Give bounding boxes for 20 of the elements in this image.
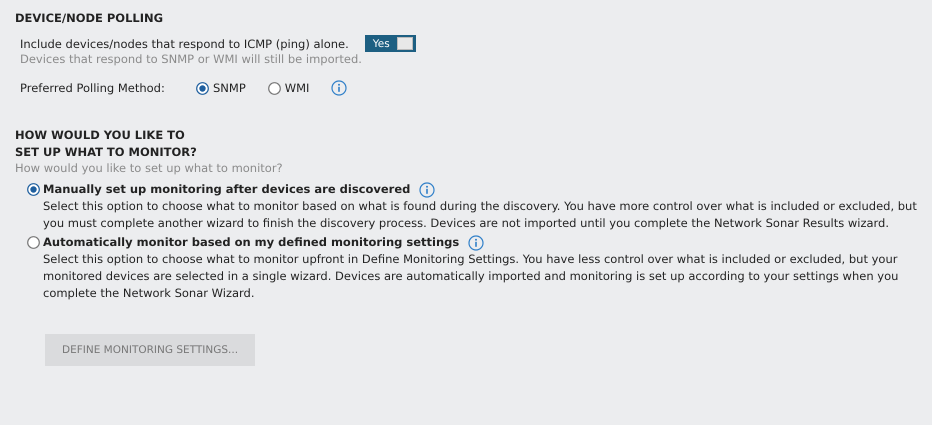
info-icon[interactable] [419, 182, 436, 198]
yes-toggle[interactable]: Yes [364, 35, 416, 52]
radio-button[interactable] [27, 236, 40, 249]
option-label[interactable]: Manually set up monitoring after devices are discovered [43, 181, 410, 198]
section-heading: DEVICE/NODE POLLING [15, 10, 164, 27]
info-icon[interactable] [468, 234, 484, 250]
polling-method-label: Preferred Polling Method: [20, 81, 166, 95]
icmp-hint: Devices that respond to SNMP or WMI will still be imported. [20, 52, 363, 66]
radio-label[interactable]: WMI [284, 81, 310, 95]
icmp-label: Include devices/nodes that respond to ICMP (ping) alone. [20, 36, 349, 50]
radio-label[interactable]: SNMP [213, 81, 246, 95]
option-label[interactable]: Automatically monitor based on my defined monitoring settings [43, 234, 460, 251]
radio-button[interactable] [27, 183, 40, 196]
radio-button[interactable] [268, 82, 281, 94]
info-icon[interactable] [331, 80, 348, 96]
section-subtitle: How would you like to set up what to monitor? [15, 161, 284, 175]
section-heading: HOW WOULD YOU LIKE TO SET UP WHAT TO MONITOR? [15, 127, 198, 161]
option-description: Select this option to choose what to monitor upfront in Define Monitoring Settings. You have less control over what is included or excluded, but your monitored devices are selected in a single wizard. Devices are automatically imported and monitoring is set up according to your settings when you complete the Network Sonar Wizard. [43, 251, 900, 302]
radio-button[interactable] [196, 82, 209, 94]
option-description: Select this option to choose what to monitor based on what is found during the discovery. You have more control over what is included or excluded, but you must complete another wizard to finish the discovery process. Devices are not imported until you complete the Network Sonar Results wizard. [43, 198, 917, 232]
